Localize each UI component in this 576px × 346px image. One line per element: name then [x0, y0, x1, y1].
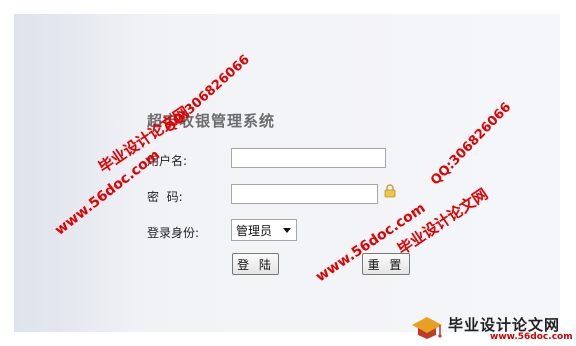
chevron-down-icon: [283, 228, 291, 233]
graduation-cap-icon: [412, 317, 442, 339]
lock-icon: [384, 184, 396, 198]
role-select[interactable]: 管理员: [231, 219, 297, 241]
password-input[interactable]: [231, 184, 378, 204]
badge-url: www.56doc.com: [490, 332, 573, 342]
password-label: 密 码:: [147, 190, 183, 204]
role-label: 登录身份:: [147, 226, 200, 240]
panel-side-glow: [14, 14, 134, 332]
site-badge: 毕业设计论文网 www.56doc.com: [410, 312, 574, 342]
role-select-value: 管理员: [236, 223, 273, 238]
login-button[interactable]: 登 陆: [232, 253, 279, 275]
username-input[interactable]: [231, 148, 386, 168]
login-panel: [14, 14, 560, 332]
